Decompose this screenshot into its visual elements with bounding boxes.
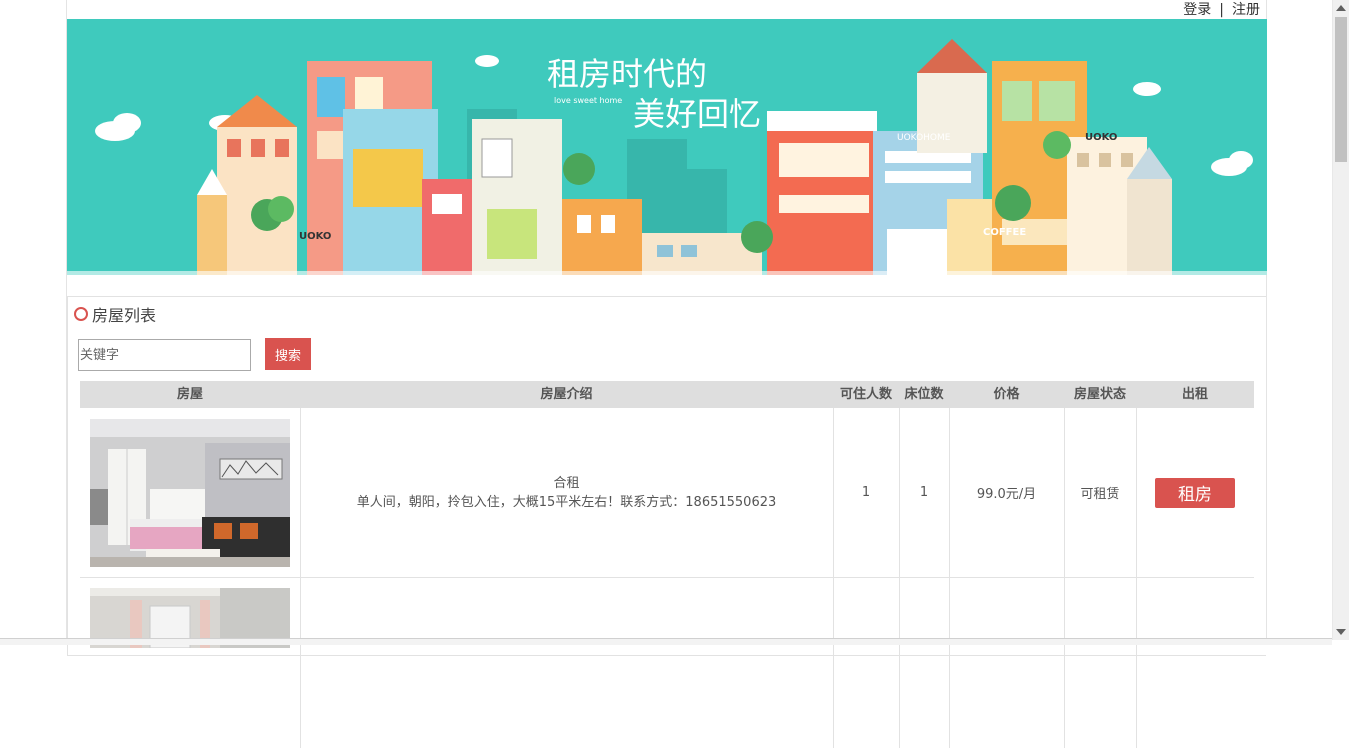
header-beds: 床位数 [904,387,944,402]
house-intro-title: 合租 [553,475,580,491]
panel-title: 房屋列表 [74,304,157,325]
page-container: 登录 | 注册 租房时代的 美好回忆 love sweet home UOKO … [66,0,1267,748]
table-row [80,578,1254,748]
house-beds [899,578,950,748]
banner-illustration: 租房时代的 美好回忆 love sweet home UOKO UOKOHOME… [67,19,1267,275]
house-intro-desc: 单人间，朝阳，拎包入住，大概15平米左右！联系方式：18651550623 [356,494,777,510]
house-intro-cell [300,578,834,748]
banner-sign-3: COFFEE [983,227,1026,238]
house-capacity: 1 [833,408,900,577]
scroll-up-icon[interactable] [1336,5,1346,11]
rent-button[interactable]: 租房 [1155,477,1235,508]
house-price [949,578,1065,748]
table-row: 合租 单人间，朝阳，拎包入住，大概15平米左右！联系方式：18651550623… [80,408,1254,578]
auth-separator: | [1219,2,1224,18]
house-status [1064,578,1137,748]
header-intro: 房屋介绍 [540,387,593,402]
panel-title-text: 房屋列表 [92,306,157,325]
house-beds: 1 [899,408,950,577]
banner-sign-2: UOKOHOME [897,133,951,143]
house-price: 99.0元/月 [949,408,1065,577]
banner-title-line2: 美好回忆 [633,95,761,133]
header-rent: 出租 [1181,387,1208,402]
register-link[interactable]: 注册 [1232,2,1260,18]
house-list-panel: 房屋列表 搜索 房屋 房屋介绍 可住人数 床位数 价格 房屋状态 出租 [67,296,1266,748]
browser-status-bar [0,638,1332,645]
banner-sign-1: UOKO [299,231,331,242]
header-house: 房屋 [176,387,203,402]
header-price: 价格 [993,387,1020,402]
window-edge [1349,0,1356,645]
scroll-down-icon[interactable] [1336,629,1346,635]
login-link[interactable]: 登录 [1183,2,1211,18]
hero-banner: 租房时代的 美好回忆 love sweet home UOKO UOKOHOME… [67,19,1267,275]
house-photo-cell [80,578,301,748]
banner-sign-4: UOKO [1085,132,1117,143]
house-capacity [833,578,900,748]
table-header: 房屋 房屋介绍 可住人数 床位数 价格 房屋状态 出租 [80,381,1254,408]
header-status: 房屋状态 [1073,387,1126,402]
vertical-scrollbar[interactable] [1332,0,1349,640]
house-status: 可租赁 [1064,408,1137,577]
scroll-thumb[interactable] [1335,17,1347,162]
auth-links: 登录 | 注册 [1183,1,1260,19]
house-photo-cell [80,408,301,577]
house-action-cell [1136,578,1254,748]
banner-title-line1: 租房时代的 [547,55,707,93]
banner-subtitle: love sweet home [554,96,622,105]
search-input[interactable] [78,339,251,371]
house-intro-cell: 合租 单人间，朝阳，拎包入住，大概15平米左右！联系方式：18651550623 [300,408,834,577]
house-photo[interactable] [90,418,290,567]
header-capacity: 可住人数 [839,387,892,402]
circle-icon [74,307,88,321]
search-button[interactable]: 搜索 [265,338,311,370]
house-action-cell: 租房 [1136,408,1254,577]
